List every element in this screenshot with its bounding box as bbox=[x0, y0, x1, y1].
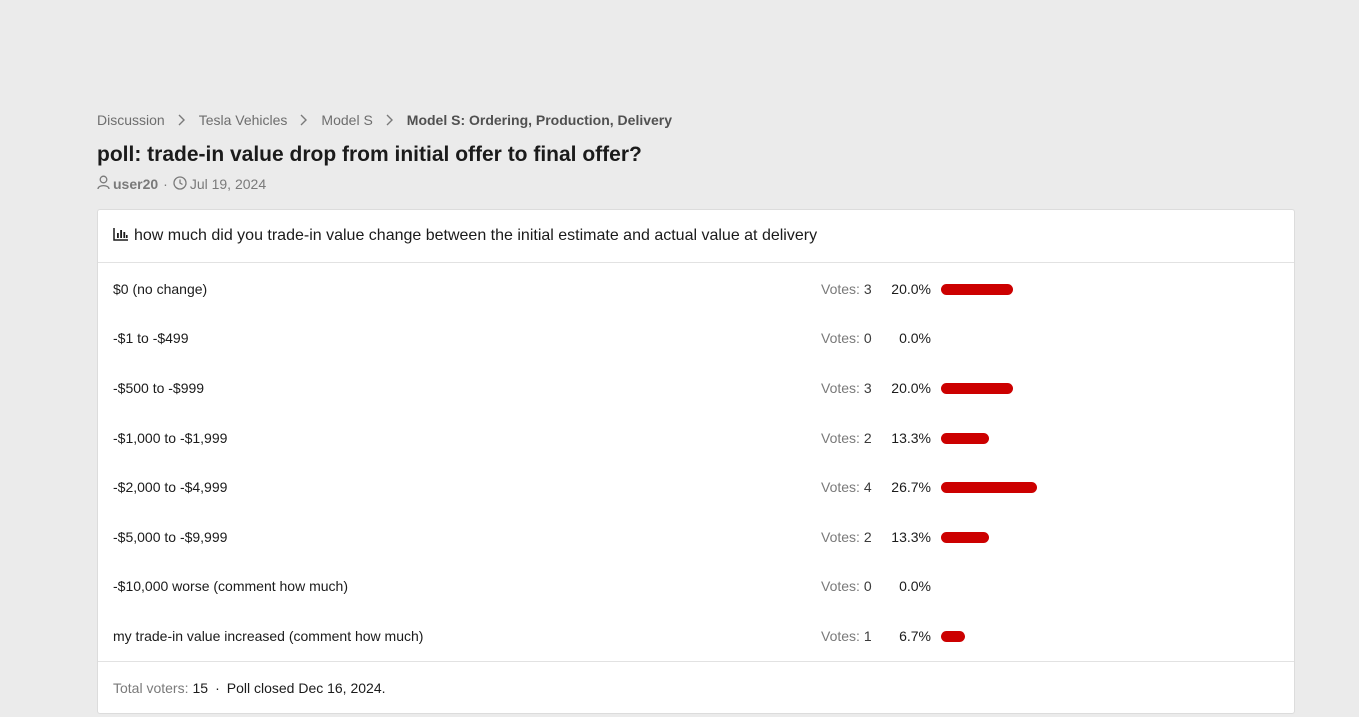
poll-footer: Total voters: 15 · Poll closed Dec 16, 2… bbox=[98, 661, 1294, 714]
poll-question: how much did you trade-in value change b… bbox=[134, 227, 818, 244]
poll-option-bar bbox=[941, 482, 1037, 494]
breadcrumb-model-s[interactable]: Model S bbox=[321, 112, 372, 128]
poll-option-bar-track bbox=[941, 383, 1121, 395]
poll-option-votes: Votes: 3 bbox=[821, 380, 872, 396]
poll-option-bar-track bbox=[941, 532, 1121, 543]
poll-option-votes: Votes: 2 bbox=[821, 529, 872, 545]
poll-option-percent: 20.0% bbox=[891, 280, 931, 297]
poll-option-percent: 0.0% bbox=[899, 578, 931, 595]
poll-option-percent: 0.0% bbox=[899, 330, 931, 347]
poll-option-label: -$2,000 to -$4,999 bbox=[113, 479, 228, 496]
poll-option-label: -$500 to -$999 bbox=[113, 379, 205, 396]
poll-option-row: -$1 to -$499 Votes: 0 0.0% bbox=[98, 314, 1294, 364]
poll-option-row: my trade-in value increased (comment how… bbox=[98, 611, 1294, 661]
poll-option-bar bbox=[941, 532, 989, 543]
poll-option-votes: Votes: 3 bbox=[821, 281, 872, 297]
poll-option-votes: Votes: 1 bbox=[821, 628, 872, 644]
author-link[interactable]: user20 bbox=[113, 176, 158, 192]
votes-label: Votes: bbox=[821, 330, 860, 347]
poll-option-percent: 13.3% bbox=[891, 528, 931, 545]
thread-meta: user20 · Jul 19, 2024 bbox=[97, 175, 266, 193]
poll-option-votes: Votes: 0 bbox=[821, 578, 872, 594]
poll-option-percent: 20.0% bbox=[891, 379, 931, 396]
total-voters-label: Total voters: bbox=[113, 680, 189, 696]
breadcrumb: Discussion Tesla Vehicles Model S Model … bbox=[97, 112, 672, 128]
poll-option-bar bbox=[941, 631, 965, 643]
poll-option-row: -$500 to -$999 Votes: 3 20.0% bbox=[98, 363, 1294, 413]
poll-option-row: -$5,000 to -$9,999 Votes: 2 13.3% bbox=[98, 512, 1294, 562]
poll-option-votes: Votes: 2 bbox=[821, 430, 872, 446]
chevron-right-icon bbox=[299, 114, 308, 126]
votes-label: Votes: bbox=[821, 280, 860, 297]
chevron-right-icon bbox=[385, 114, 393, 126]
poll-option-bar-track bbox=[941, 582, 1121, 593]
poll-option-label: -$5,000 to -$9,999 bbox=[113, 528, 228, 545]
votes-label: Votes: bbox=[821, 379, 860, 396]
poll-option-bar-track bbox=[941, 432, 1121, 444]
poll-option-bar-track bbox=[941, 482, 1121, 494]
poll-option-percent: 26.7% bbox=[891, 479, 931, 496]
poll-option-votes: Votes: 4 bbox=[821, 479, 872, 495]
poll-option-bar bbox=[941, 383, 1013, 395]
poll-card: how much did you trade-in value change b… bbox=[97, 209, 1295, 714]
bar-chart-icon bbox=[113, 227, 129, 246]
votes-label: Votes: bbox=[821, 627, 860, 644]
poll-option-percent: 6.7% bbox=[899, 627, 931, 644]
poll-option-label: -$10,000 worse (comment how much) bbox=[113, 578, 348, 595]
poll-option-label: $0 (no change) bbox=[113, 280, 208, 297]
poll-option-bar-track bbox=[941, 284, 1121, 295]
votes-label: Votes: bbox=[821, 578, 860, 595]
page-title: poll: trade-in value drop from initial o… bbox=[97, 143, 642, 166]
poll-option-row: -$2,000 to -$4,999 Votes: 4 26.7% bbox=[98, 462, 1294, 512]
chevron-right-icon bbox=[177, 114, 185, 126]
poll-option-label: -$1,000 to -$1,999 bbox=[113, 429, 228, 446]
breadcrumb-tesla-vehicles[interactable]: Tesla Vehicles bbox=[199, 112, 288, 128]
poll-option-bar bbox=[941, 432, 989, 444]
total-voters-value: 15 bbox=[192, 680, 209, 696]
poll-option-percent: 13.3% bbox=[891, 429, 931, 446]
poll-option-row: -$10,000 worse (comment how much) Votes: … bbox=[98, 562, 1294, 612]
thread-date[interactable]: Jul 19, 2024 bbox=[190, 176, 266, 192]
user-icon bbox=[97, 175, 110, 193]
poll-option-bar-track bbox=[941, 631, 1121, 643]
poll-option-row: $0 (no change) Votes: 3 20.0% bbox=[98, 264, 1294, 314]
poll-option-row: -$1,000 to -$1,999 Votes: 2 13.3% bbox=[98, 413, 1294, 463]
poll-option-label: my trade-in value increased (comment how… bbox=[113, 627, 424, 644]
poll-closed-text: Poll closed Dec 16, 2024. bbox=[226, 680, 386, 696]
clock-icon bbox=[173, 175, 187, 193]
breadcrumb-discussion[interactable]: Discussion bbox=[97, 112, 165, 128]
footer-separator: · bbox=[215, 680, 220, 696]
breadcrumb-model-s-ordering[interactable]: Model S: Ordering, Production, Delivery bbox=[407, 112, 672, 128]
poll-option-bar-track bbox=[941, 334, 1121, 345]
poll-option-label: -$1 to -$499 bbox=[113, 330, 189, 347]
poll-header: how much did you trade-in value change b… bbox=[98, 210, 1294, 263]
votes-label: Votes: bbox=[821, 429, 860, 446]
meta-separator: · bbox=[163, 176, 168, 192]
poll-option-bar bbox=[941, 284, 1013, 295]
votes-label: Votes: bbox=[821, 528, 860, 545]
votes-label: Votes: bbox=[821, 479, 860, 496]
poll-option-votes: Votes: 0 bbox=[821, 330, 872, 346]
